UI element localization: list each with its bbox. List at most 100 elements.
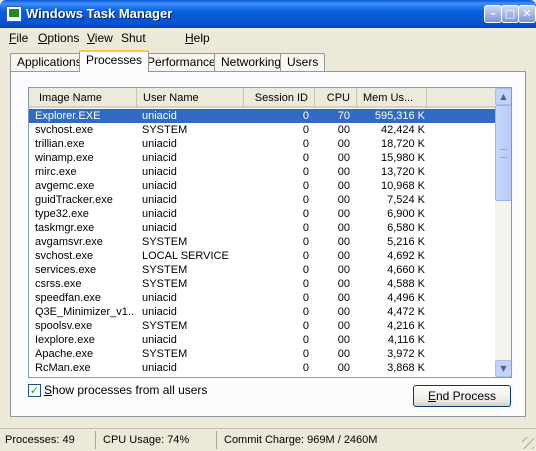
title-bar[interactable]: Windows Task Manager – □ ✕ [0, 0, 536, 28]
process-row[interactable]: trillian.exe uniacid 0 00 18,720 K [29, 137, 495, 151]
process-user-name: SYSTEM [142, 320, 188, 332]
process-row[interactable]: Iexplore.exe uniacid 0 00 4,116 K [29, 333, 495, 347]
minimize-button[interactable]: – [484, 5, 502, 23]
process-mem-usage: 3,868 K [387, 362, 425, 374]
menu-help-accel: H [185, 31, 194, 45]
process-cpu: 00 [337, 208, 350, 220]
process-mem-usage: 18,720 K [380, 138, 425, 150]
process-session-id: 0 [302, 292, 309, 304]
end-process-button[interactable]: End Process [413, 385, 511, 407]
process-mem-usage: 3,972 K [387, 348, 425, 360]
process-session-id: 0 [302, 110, 309, 122]
process-cpu: 00 [337, 348, 350, 360]
process-mem-usage: 595,316 K [374, 110, 425, 122]
vertical-scrollbar[interactable]: ▲ ▼ [495, 88, 511, 377]
process-row[interactable]: Explorer.EXE uniacid 0 70 595,316 K [29, 109, 495, 123]
scroll-up-arrow-icon[interactable]: ▲ [495, 88, 511, 105]
close-button[interactable]: ✕ [518, 5, 536, 23]
process-row[interactable]: avgemc.exe uniacid 0 00 10,968 K [29, 179, 495, 193]
process-image-name: trillian.exe [35, 138, 85, 150]
column-cpu[interactable]: CPU [315, 88, 357, 108]
process-row[interactable]: csrss.exe SYSTEM 0 00 4,588 K [29, 277, 495, 291]
process-image-name: Q3E_Minimizer_v1... [35, 306, 135, 318]
process-session-id: 0 [302, 180, 309, 192]
process-user-name: uniacid [142, 222, 177, 234]
scroll-thumb[interactable] [495, 105, 511, 201]
maximize-button[interactable]: □ [501, 5, 519, 23]
end-process-label: nd Process [435, 389, 497, 403]
tab-users[interactable]: Users [280, 53, 326, 72]
process-list-header: Image Name User Name Session ID CPU Mem … [29, 88, 495, 108]
menu-shut-down[interactable]: Shut Down [116, 28, 157, 65]
process-user-name: LOCAL SERVICE [142, 250, 229, 262]
process-row[interactable]: RcMan.exe uniacid 0 00 3,868 K [29, 361, 495, 375]
task-manager-app-icon [6, 6, 22, 22]
process-cpu: 00 [337, 194, 350, 206]
process-image-name: spoolsv.exe [35, 320, 93, 332]
process-list[interactable]: Image Name User Name Session ID CPU Mem … [28, 87, 512, 378]
process-row[interactable]: services.exe SYSTEM 0 00 4,660 K [29, 263, 495, 277]
process-session-id: 0 [302, 124, 309, 136]
process-image-name: services.exe [35, 264, 97, 276]
show-all-users-checkbox[interactable]: ✓ [28, 384, 41, 397]
process-user-name: SYSTEM [142, 236, 188, 248]
menu-file-label: ile [16, 31, 29, 45]
tab-networking[interactable]: Networking [214, 53, 289, 72]
process-image-name: guidTracker.exe [35, 194, 113, 206]
process-image-name: avgamsvr.exe [35, 236, 103, 248]
process-image-name: speedfan.exe [35, 292, 102, 304]
process-image-name: taskmgr.exe [35, 222, 95, 234]
status-processes: Processes: 49 [0, 431, 96, 449]
end-process-accel: E [427, 389, 436, 403]
menu-view[interactable]: View [82, 28, 118, 48]
process-row[interactable]: spoolsv.exe SYSTEM 0 00 4,216 K [29, 319, 495, 333]
menu-file[interactable]: File [4, 28, 33, 48]
process-row[interactable]: svchost.exe SYSTEM 0 00 42,424 K [29, 123, 495, 137]
menu-options[interactable]: Options [33, 28, 84, 48]
process-mem-usage: 4,496 K [387, 292, 425, 304]
column-mem-usage[interactable]: Mem Us... [357, 88, 427, 108]
column-image-name[interactable]: Image Name [29, 88, 137, 108]
process-mem-usage: 4,216 K [387, 320, 425, 332]
scroll-down-arrow-icon[interactable]: ▼ [495, 360, 511, 377]
process-user-name: uniacid [142, 110, 177, 122]
process-user-name: SYSTEM [142, 278, 188, 290]
process-cpu: 00 [337, 166, 350, 178]
menu-help[interactable]: Help [180, 28, 215, 48]
process-cpu: 00 [337, 320, 350, 332]
process-row[interactable]: svchost.exe LOCAL SERVICE 0 00 4,692 K [29, 249, 495, 263]
menu-help-label: elp [193, 31, 210, 45]
process-row[interactable]: guidTracker.exe uniacid 0 00 7,524 K [29, 193, 495, 207]
process-session-id: 0 [302, 306, 309, 318]
process-session-id: 0 [302, 320, 309, 332]
process-image-name: Apache.exe [35, 348, 94, 360]
process-image-name: Explorer.EXE [35, 110, 101, 122]
process-row[interactable]: type32.exe uniacid 0 00 6,900 K [29, 207, 495, 221]
column-session-id[interactable]: Session ID [244, 88, 315, 108]
process-session-id: 0 [302, 222, 309, 234]
process-image-name: svchost.exe [35, 250, 94, 262]
process-mem-usage: 6,580 K [387, 222, 425, 234]
process-cpu: 00 [337, 138, 350, 150]
process-row[interactable]: Q3E_Minimizer_v1... uniacid 0 00 4,472 K [29, 305, 495, 319]
process-mem-usage: 6,900 K [387, 208, 425, 220]
processes-panel: Image Name User Name Session ID CPU Mem … [10, 71, 526, 417]
process-row[interactable]: winamp.exe uniacid 0 00 15,980 K [29, 151, 495, 165]
process-row[interactable]: Apache.exe SYSTEM 0 00 3,972 K [29, 347, 495, 361]
process-cpu: 70 [337, 110, 350, 122]
process-row[interactable]: avgamsvr.exe SYSTEM 0 00 5,216 K [29, 235, 495, 249]
process-mem-usage: 4,692 K [387, 250, 425, 262]
tab-processes[interactable]: Processes [79, 50, 150, 72]
process-session-id: 0 [302, 334, 309, 346]
process-mem-usage: 4,660 K [387, 264, 425, 276]
tab-performance[interactable]: Performance [140, 53, 223, 72]
process-session-id: 0 [302, 264, 309, 276]
tab-applications[interactable]: Applications [10, 53, 89, 72]
process-row[interactable]: mirc.exe uniacid 0 00 13,720 K [29, 165, 495, 179]
process-row[interactable]: taskmgr.exe uniacid 0 00 6,580 K [29, 221, 495, 235]
resize-grip-icon[interactable] [522, 437, 534, 449]
column-user-name[interactable]: User Name [137, 88, 244, 108]
process-session-id: 0 [302, 250, 309, 262]
process-row[interactable]: speedfan.exe uniacid 0 00 4,496 K [29, 291, 495, 305]
process-image-name: type32.exe [35, 208, 89, 220]
